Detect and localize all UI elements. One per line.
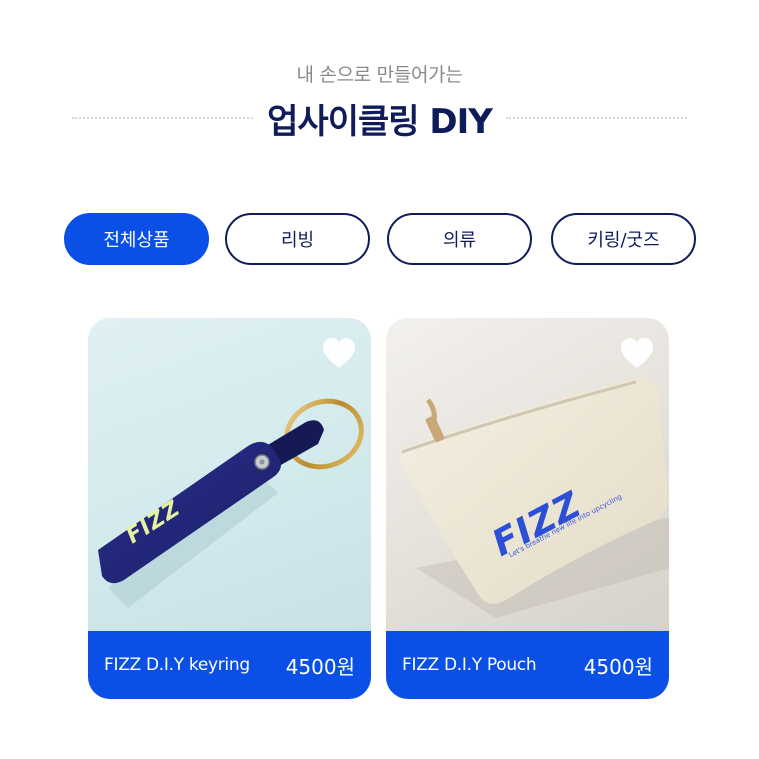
title-row: 업사이클링 DIY [72, 98, 688, 142]
product-footer: FIZZ D.I.Y keyring 4500원 [88, 631, 371, 699]
product-price: 4500원 [583, 654, 653, 679]
product-card[interactable]: FIZZ FIZZ D.I.Y keyring 4500원 [88, 318, 371, 699]
product-footer: FIZZ D.I.Y Pouch 4500원 [386, 631, 669, 699]
divider-right [505, 117, 688, 119]
tab-clothing[interactable]: 의류 [387, 213, 532, 265]
product-name: FIZZ D.I.Y keyring [104, 655, 250, 675]
product-card[interactable]: FIZZ Let's breathe new life into upcycli… [386, 318, 669, 699]
tab-living[interactable]: 리빙 [225, 213, 370, 265]
heart-icon[interactable] [617, 334, 657, 374]
heart-icon[interactable] [319, 334, 359, 374]
divider-left [72, 117, 254, 119]
product-price: 4500원 [285, 654, 355, 679]
category-tabs: 전체상품 리빙 의류 키링/굿즈 [64, 213, 696, 265]
product-name: FIZZ D.I.Y Pouch [402, 655, 537, 675]
page-subtitle: 내 손으로 만들어가는 [296, 64, 463, 86]
page-title: 업사이클링 DIY [267, 101, 493, 142]
tab-all[interactable]: 전체상품 [64, 213, 209, 265]
tab-keyring-goods[interactable]: 키링/굿즈 [551, 213, 696, 265]
